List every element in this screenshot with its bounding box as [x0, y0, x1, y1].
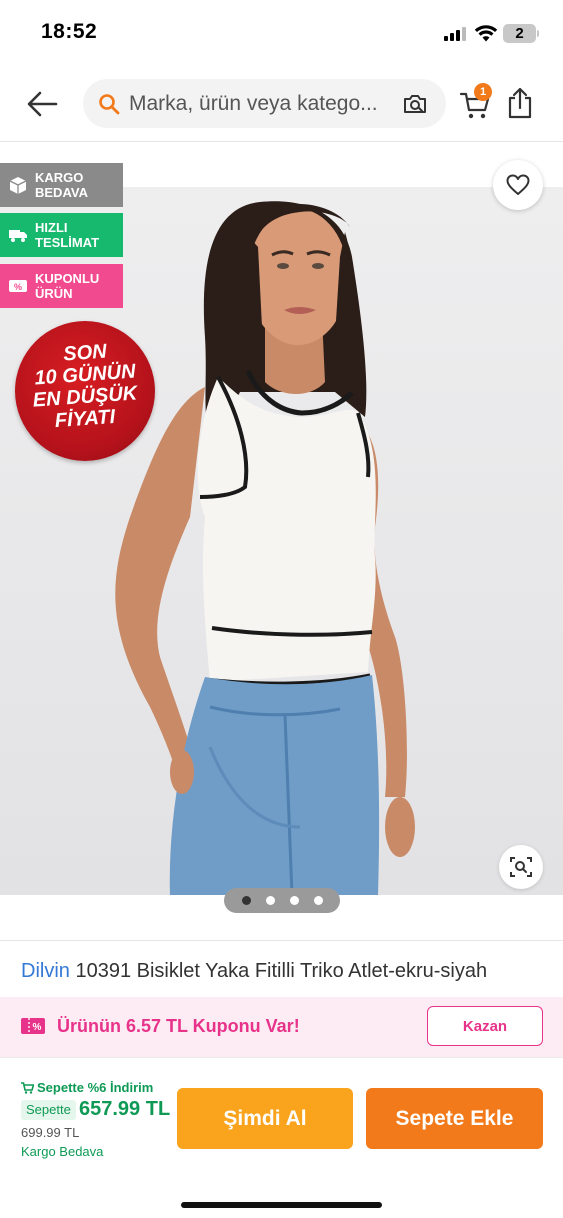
pagination-dot[interactable] — [242, 896, 251, 905]
heart-icon — [506, 174, 530, 195]
buy-now-button[interactable]: Şimdi Al — [177, 1088, 353, 1149]
truck-icon — [9, 230, 27, 242]
pagination-dot[interactable] — [290, 896, 299, 905]
pagination-dot[interactable] — [314, 896, 323, 905]
sepette-label: Sepette — [21, 1100, 76, 1120]
brand-link[interactable]: Dilvin — [21, 960, 70, 982]
badge-coupon-product: % KUPONLU ÜRÜN — [0, 264, 123, 308]
back-arrow-icon[interactable] — [24, 86, 60, 122]
coupon-text: Ürünün 6.57 TL Kuponu Var! — [57, 1016, 300, 1036]
lowest-price-seal: SON 10 GÜNÜN EN DÜŞÜK FİYATI — [15, 321, 155, 461]
cellular-signal-icon — [444, 27, 468, 41]
camera-search-icon[interactable] — [401, 90, 429, 118]
favorite-button[interactable] — [493, 160, 543, 210]
cart-count-badge: 1 — [474, 83, 492, 101]
visual-search-button[interactable] — [499, 845, 543, 889]
product-title: Dilvin 10391 Bisiklet Yaka Fitilli Triko… — [0, 940, 563, 997]
add-to-cart-button[interactable]: Sepete Ekle — [366, 1088, 543, 1149]
battery-tip — [537, 30, 539, 37]
search-bar[interactable] — [83, 79, 446, 128]
status-time: 18:52 — [41, 20, 98, 43]
pagination-dot[interactable] — [266, 896, 275, 905]
product-name: 10391 Bisiklet Yaka Fitilli Triko Atlet-… — [75, 960, 488, 982]
search-input[interactable] — [129, 79, 401, 128]
basket-discount-text: Sepette %6 İndirim — [37, 1080, 154, 1095]
badge-fast-delivery: HIZLI TESLİMAT — [0, 213, 123, 257]
coupon-banner: % Ürünün 6.57 TL Kuponu Var! Kazan — [0, 997, 563, 1057]
svg-text:%: % — [14, 282, 22, 292]
badge-free-shipping: KARGO BEDAVA — [0, 163, 123, 207]
discounted-price: 657.99 TL — [79, 1098, 171, 1120]
basket-discount-info: Sepette %6 İndirim — [21, 1080, 153, 1095]
cart-small-icon — [21, 1082, 35, 1094]
search-icon — [99, 94, 120, 115]
top-navigation: 1 — [0, 66, 563, 142]
coupon-icon: % — [21, 1018, 45, 1034]
claim-coupon-button[interactable]: Kazan — [427, 1006, 543, 1046]
battery-indicator: 2 — [503, 24, 536, 43]
visual-search-icon — [510, 857, 532, 877]
original-price: 699.99 TL — [21, 1125, 80, 1140]
share-icon[interactable] — [505, 86, 535, 120]
home-indicator — [181, 1202, 382, 1208]
free-shipping-text: Kargo Bedava — [21, 1144, 104, 1159]
image-pagination — [224, 888, 340, 913]
wifi-icon — [474, 25, 498, 42]
svg-text:%: % — [33, 1022, 42, 1033]
coupon-icon: % — [9, 280, 27, 292]
purchase-bar: Sepette %6 İndirim Sepette 657.99 TL 699… — [0, 1057, 563, 1218]
status-bar: 18:52 2 — [0, 0, 563, 66]
box-icon — [9, 177, 27, 194]
